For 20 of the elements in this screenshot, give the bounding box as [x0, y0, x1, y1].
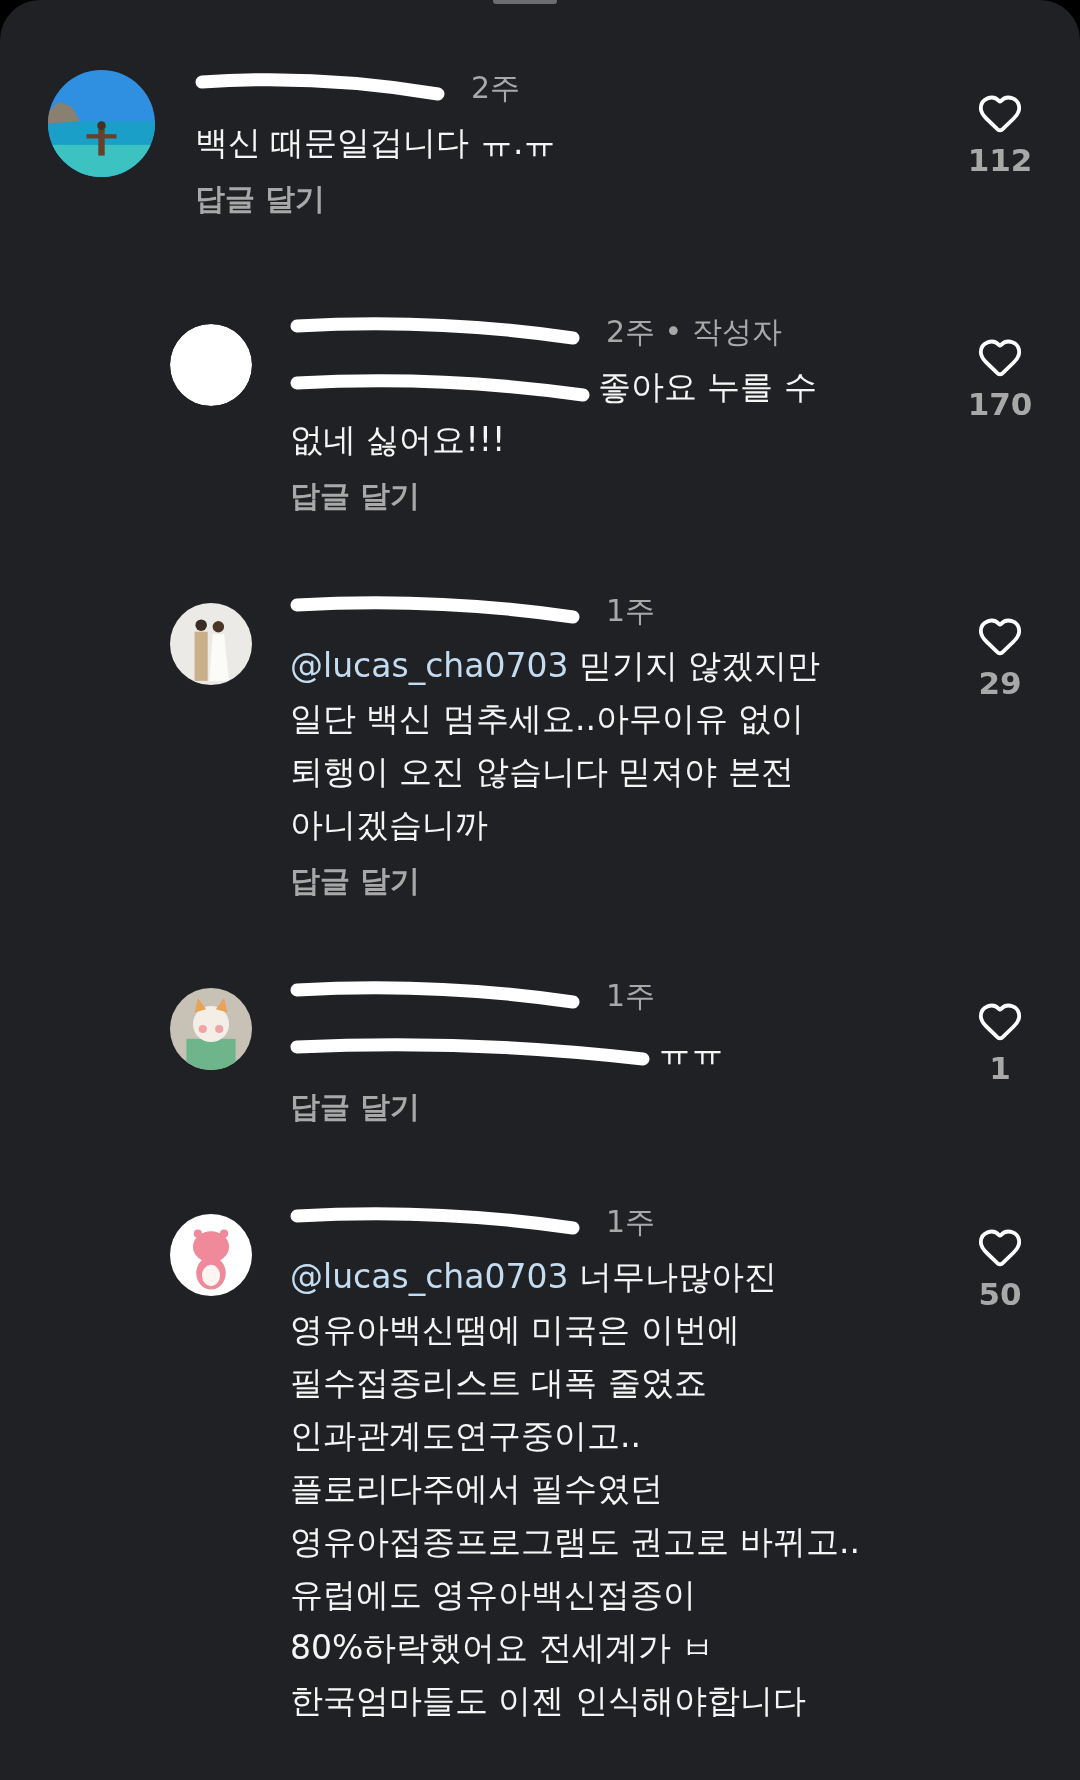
comment-text: 백신 때문일겁니다 ㅠ.ㅠ: [195, 123, 557, 162]
comment-time: 1주: [606, 591, 656, 630]
comment-text: ㅠㅠ: [658, 1031, 724, 1070]
comment-text: 좋아요 누를 수 없네 싫어요!!!: [290, 367, 817, 459]
comment-time: 2주: [471, 68, 521, 107]
like-count: 170: [967, 386, 1033, 422]
reply-button[interactable]: 답글 달기: [290, 476, 421, 517]
reply-button[interactable]: 답글 달기: [290, 861, 421, 902]
comment-time: 1주: [606, 976, 656, 1015]
like-count: 112: [967, 142, 1033, 178]
comment-time: 1주: [606, 1202, 656, 1241]
comment-text: @lucas_cha0703 너무나많아진 영유아백신땜에 미국은 이번에 필수접종리스트 대폭 줄였죠 인과관계도연구중이고.. 플로리다주에서 필수였던 영유아접종프로그램도 권고로 바뀌고.. 유럽에도 영유아백신접종이 80%하락했어요 전세계가 ㅂ 한국엄마들도 이젠 인식해야합니다: [290, 1257, 860, 1720]
reply-button[interactable]: 답글 달기: [195, 179, 326, 220]
like-count: 29: [978, 665, 1022, 701]
sheet-handle[interactable]: [493, 0, 557, 4]
reply-button[interactable]: 답글 달기: [290, 1087, 421, 1128]
like-count: 50: [978, 1276, 1022, 1312]
like-count: 1: [989, 1050, 1011, 1086]
comment-time: 2주 • 작성자: [606, 312, 782, 351]
comment-text: @lucas_cha0703 믿기지 않겠지만 일단 백신 멈추세요..아무이유 없이 퇴행이 오진 않습니다 믿져야 본전 아니겠습니까: [290, 646, 821, 844]
